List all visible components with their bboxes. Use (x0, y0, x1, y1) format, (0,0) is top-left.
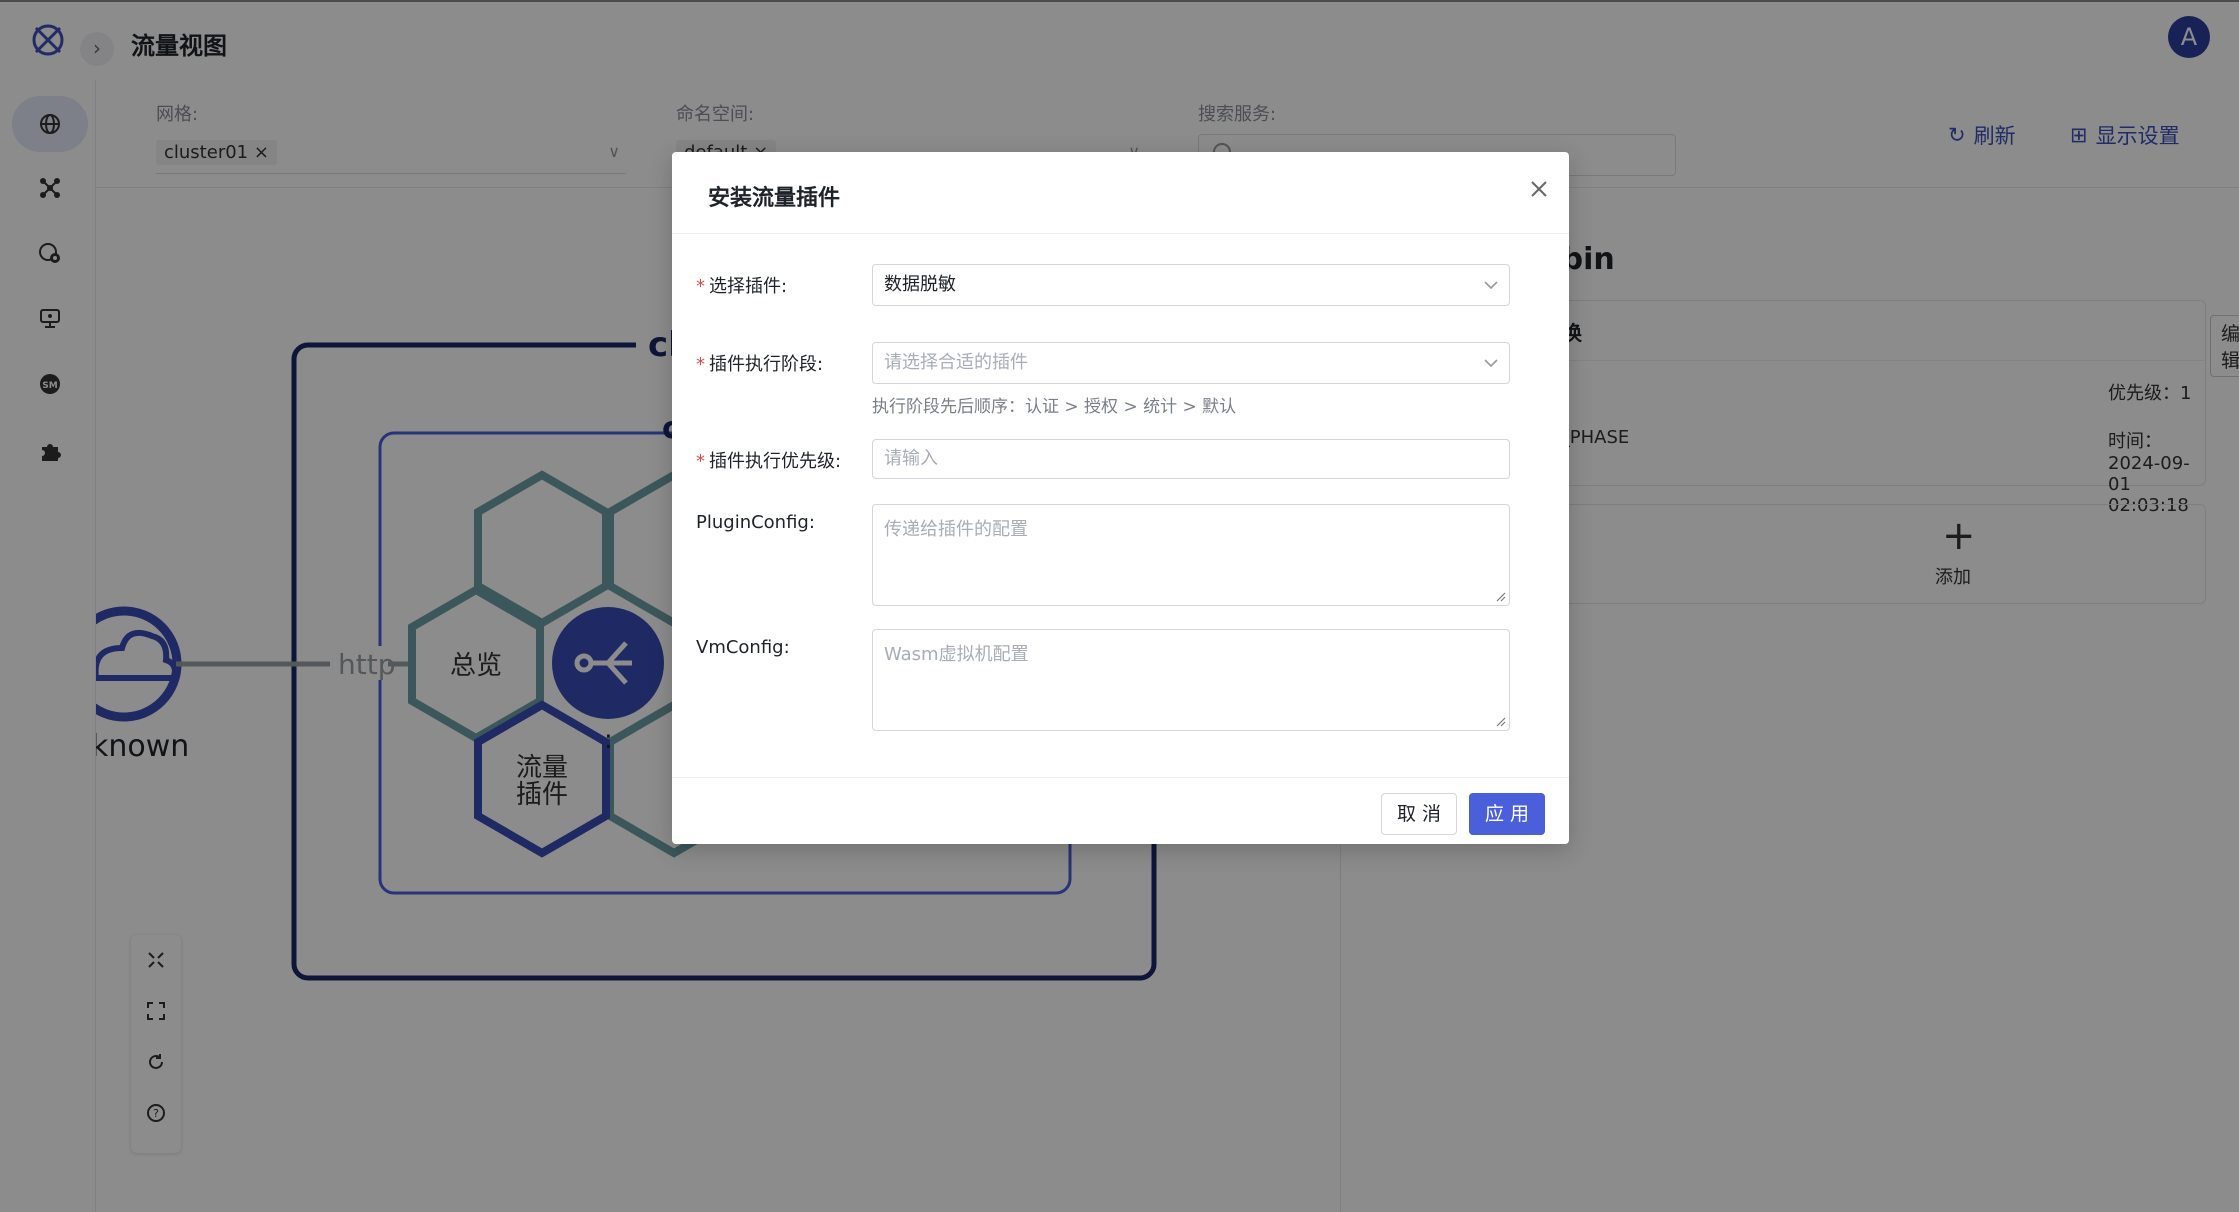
close-icon[interactable] (1524, 174, 1554, 204)
priority-field-label: * 插件执行优先级: (696, 451, 842, 472)
plugin-field-label: * 选择插件: (696, 276, 788, 297)
cancel-button[interactable]: 取 消 (1381, 793, 1457, 835)
vm-config-textarea[interactable]: Wasm虚拟机配置 (872, 629, 1510, 731)
modal-footer: 取 消 应 用 (672, 777, 1569, 844)
app-root: › 流量视图 A SM 网格: cluster01 × ∨ 命名空间: 搜索服务… (0, 0, 2239, 1212)
apply-button[interactable]: 应 用 (1469, 793, 1545, 835)
install-plugin-modal: 安装流量插件 * 选择插件: 数据脱敏 * 插件执行阶段: 请选择合适的插件 执行阶… (672, 152, 1569, 844)
phase-select[interactable]: 请选择合适的插件 (872, 342, 1510, 384)
priority-input[interactable]: 请输入 (872, 439, 1510, 479)
plugin-select[interactable]: 数据脱敏 (872, 264, 1510, 306)
vm-config-field-label: VmConfig: (696, 637, 790, 658)
plugin-config-field-label: PluginConfig: (696, 512, 815, 533)
chevron-down-icon (1484, 359, 1498, 368)
phase-field-label: * 插件执行阶段: (696, 354, 824, 375)
resize-handle-icon[interactable] (1494, 590, 1506, 602)
chevron-down-icon (1484, 281, 1498, 290)
plugin-config-textarea[interactable]: 传递给插件的配置 (872, 504, 1510, 606)
phase-help-text: 执行阶段先后顺序：认证 > 授权 > 统计 > 默认 (872, 397, 1237, 417)
modal-title: 安装流量插件 (708, 186, 841, 211)
modal-header: 安装流量插件 (672, 152, 1569, 234)
resize-handle-icon[interactable] (1494, 715, 1506, 727)
